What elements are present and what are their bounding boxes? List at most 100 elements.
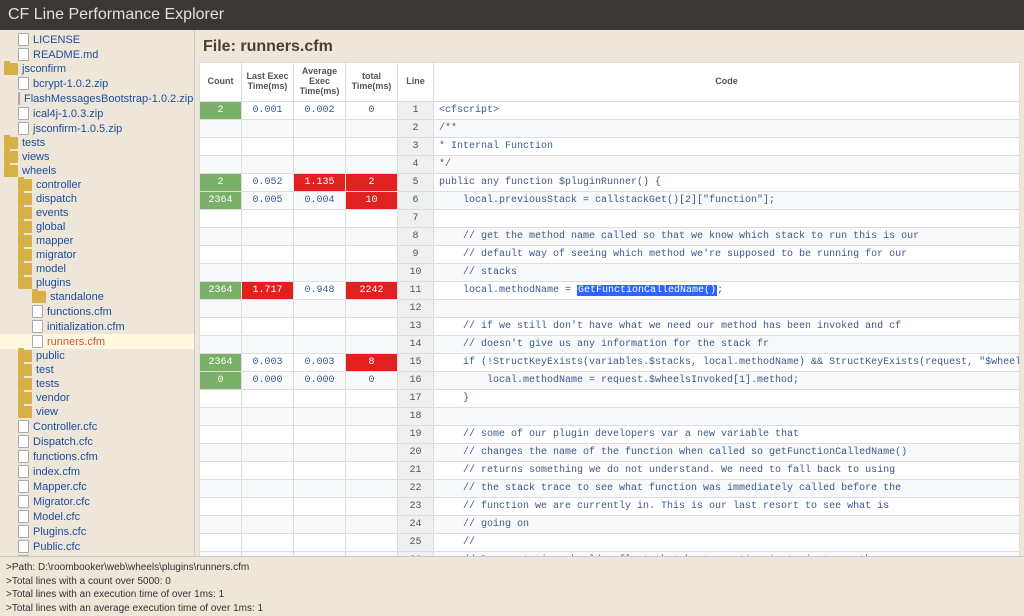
tree-item-label: jsconfirm [22,63,66,75]
tree-item-label: initialization.cfm [47,321,125,333]
code-row[interactable]: 21 // returns something we do not unders… [200,461,1020,479]
code-row[interactable]: 7 [200,209,1020,227]
file-icon [18,510,29,523]
tree-item-label: mapper [36,235,73,247]
tree-item-index-cfm[interactable]: index.cfm [0,464,194,479]
tree-item-controller[interactable]: controller [0,178,194,192]
tree-item-tests[interactable]: tests [0,136,194,150]
cell-count [200,209,242,227]
file-icon [18,92,20,105]
code-row[interactable]: 20 // changes the name of the function w… [200,443,1020,461]
code-row[interactable]: 22 // the stack trace to see what functi… [200,479,1020,497]
tree-item-dispatch-cfc[interactable]: Dispatch.cfc [0,434,194,449]
tree-item-flashmessagesbootstrap-1-0-2-zip[interactable]: FlashMessagesBootstrap-1.0.2.zip [0,91,194,106]
code-row[interactable]: 10 // stacks [200,263,1020,281]
tree-item-dispatch[interactable]: dispatch [0,192,194,206]
file-icon [18,122,29,135]
tree-item-migrator[interactable]: migrator [0,248,194,262]
cell-count [200,155,242,173]
code-row[interactable]: 8 // get the method name called so that … [200,227,1020,245]
cell-avg [294,407,346,425]
code-row[interactable]: 13 // if we still don't have what we nee… [200,317,1020,335]
folder-icon [18,406,32,418]
cell-count: 2 [200,101,242,119]
code-row[interactable]: 9 // default way of seeing which method … [200,245,1020,263]
cell-total [346,533,398,551]
tree-item-global[interactable]: global [0,220,194,234]
code-row[interactable]: 19 // some of our plugin developers var … [200,425,1020,443]
tree-item-tests[interactable]: tests [0,377,194,391]
footer-line: >Total lines with a count over 5000: 0 [6,575,1018,589]
tree-item-label: index.cfm [33,466,80,478]
tree-item-plugins-cfc[interactable]: Plugins.cfc [0,524,194,539]
tree-item-label: Dispatch.cfc [33,436,93,448]
tree-item-migrator-cfc[interactable]: Migrator.cfc [0,494,194,509]
tree-item-initialization-cfm[interactable]: initialization.cfm [0,319,194,334]
tree-item-model[interactable]: model [0,262,194,276]
cell-total [346,299,398,317]
tree-item-wheels[interactable]: wheels [0,164,194,178]
tree-item-standalone[interactable]: standalone [0,290,194,304]
code-row[interactable]: 12 [200,299,1020,317]
tree-item-plugins[interactable]: plugins [0,276,194,290]
code-row[interactable]: 3 * Internal Function [200,137,1020,155]
tree-item-jsconfirm-1-0-5-zip[interactable]: jsconfirm-1.0.5.zip [0,121,194,136]
tree-item-test[interactable]: test [0,363,194,377]
code-row[interactable]: 23640.0030.003815 if (!StructKeyExists(v… [200,353,1020,371]
cell-line: 13 [398,317,434,335]
code-row[interactable]: 23641.7170.948224211 local.methodName = … [200,281,1020,299]
file-tree-sidebar[interactable]: LICENSEREADME.mdjsconfirmbcrypt-1.0.2.zi… [0,30,195,556]
code-row[interactable]: 20.0521.13525public any function $plugin… [200,173,1020,191]
code-row[interactable]: 26 // Documentation should reflect that … [200,551,1020,556]
tree-item-mapper[interactable]: mapper [0,234,194,248]
code-row[interactable]: 17 } [200,389,1020,407]
tree-item-model-cfc[interactable]: Model.cfc [0,509,194,524]
cell-line: 7 [398,209,434,227]
tree-item-view[interactable]: view [0,405,194,419]
tree-item-label: Controller.cfc [33,421,97,433]
cell-total [346,497,398,515]
tree-item-bcrypt-1-0-2-zip[interactable]: bcrypt-1.0.2.zip [0,76,194,91]
tree-item-label: global [36,221,65,233]
tree-item-public-cfc[interactable]: Public.cfc [0,539,194,554]
tree-item-label: model [36,263,66,275]
tree-item-label: vendor [36,392,70,404]
tree-item-views[interactable]: views [0,150,194,164]
code-row[interactable]: 25 // [200,533,1020,551]
tree-item-vendor[interactable]: vendor [0,391,194,405]
code-row[interactable]: 14 // doesn't give us any information fo… [200,335,1020,353]
tree-item-label: Plugins.cfc [33,526,86,538]
tree-item-test-cfc[interactable]: Test.cfc [0,554,194,556]
tree-item-functions-cfm[interactable]: functions.cfm [0,449,194,464]
tree-item-public[interactable]: public [0,349,194,363]
code-row[interactable]: 00.0000.000016 local.methodName = reques… [200,371,1020,389]
file-icon [18,495,29,508]
code-row[interactable]: 18 [200,407,1020,425]
file-icon [18,555,29,556]
code-row[interactable]: 23640.0050.004106 local.previousStack = … [200,191,1020,209]
folder-icon [18,364,32,376]
code-row[interactable]: 2/** [200,119,1020,137]
tree-item-label: view [36,406,58,418]
highlighted-code: GetFunctionCalledName() [577,285,717,296]
code-row[interactable]: 24 // going on [200,515,1020,533]
tree-item-events[interactable]: events [0,206,194,220]
cell-last [242,137,294,155]
tree-item-mapper-cfc[interactable]: Mapper.cfc [0,479,194,494]
tree-item-runners-cfm[interactable]: runners.cfm [0,334,194,349]
tree-item-jsconfirm[interactable]: jsconfirm [0,62,194,76]
tree-item-controller-cfc[interactable]: Controller.cfc [0,419,194,434]
folder-icon [18,277,32,289]
cell-total [346,551,398,556]
tree-item-label: public [36,350,65,362]
file-icon [32,335,43,348]
code-row[interactable]: 4 */ [200,155,1020,173]
tree-item-ical4j-1-0-3-zip[interactable]: ical4j-1.0.3.zip [0,106,194,121]
tree-item-readme-md[interactable]: README.md [0,47,194,62]
code-row[interactable]: 20.0010.00201<cfscript> [200,101,1020,119]
tree-item-license[interactable]: LICENSE [0,32,194,47]
cell-last [242,389,294,407]
code-row[interactable]: 23 // function we are currently in. This… [200,497,1020,515]
tree-item-functions-cfm[interactable]: functions.cfm [0,304,194,319]
cell-count: 2364 [200,191,242,209]
